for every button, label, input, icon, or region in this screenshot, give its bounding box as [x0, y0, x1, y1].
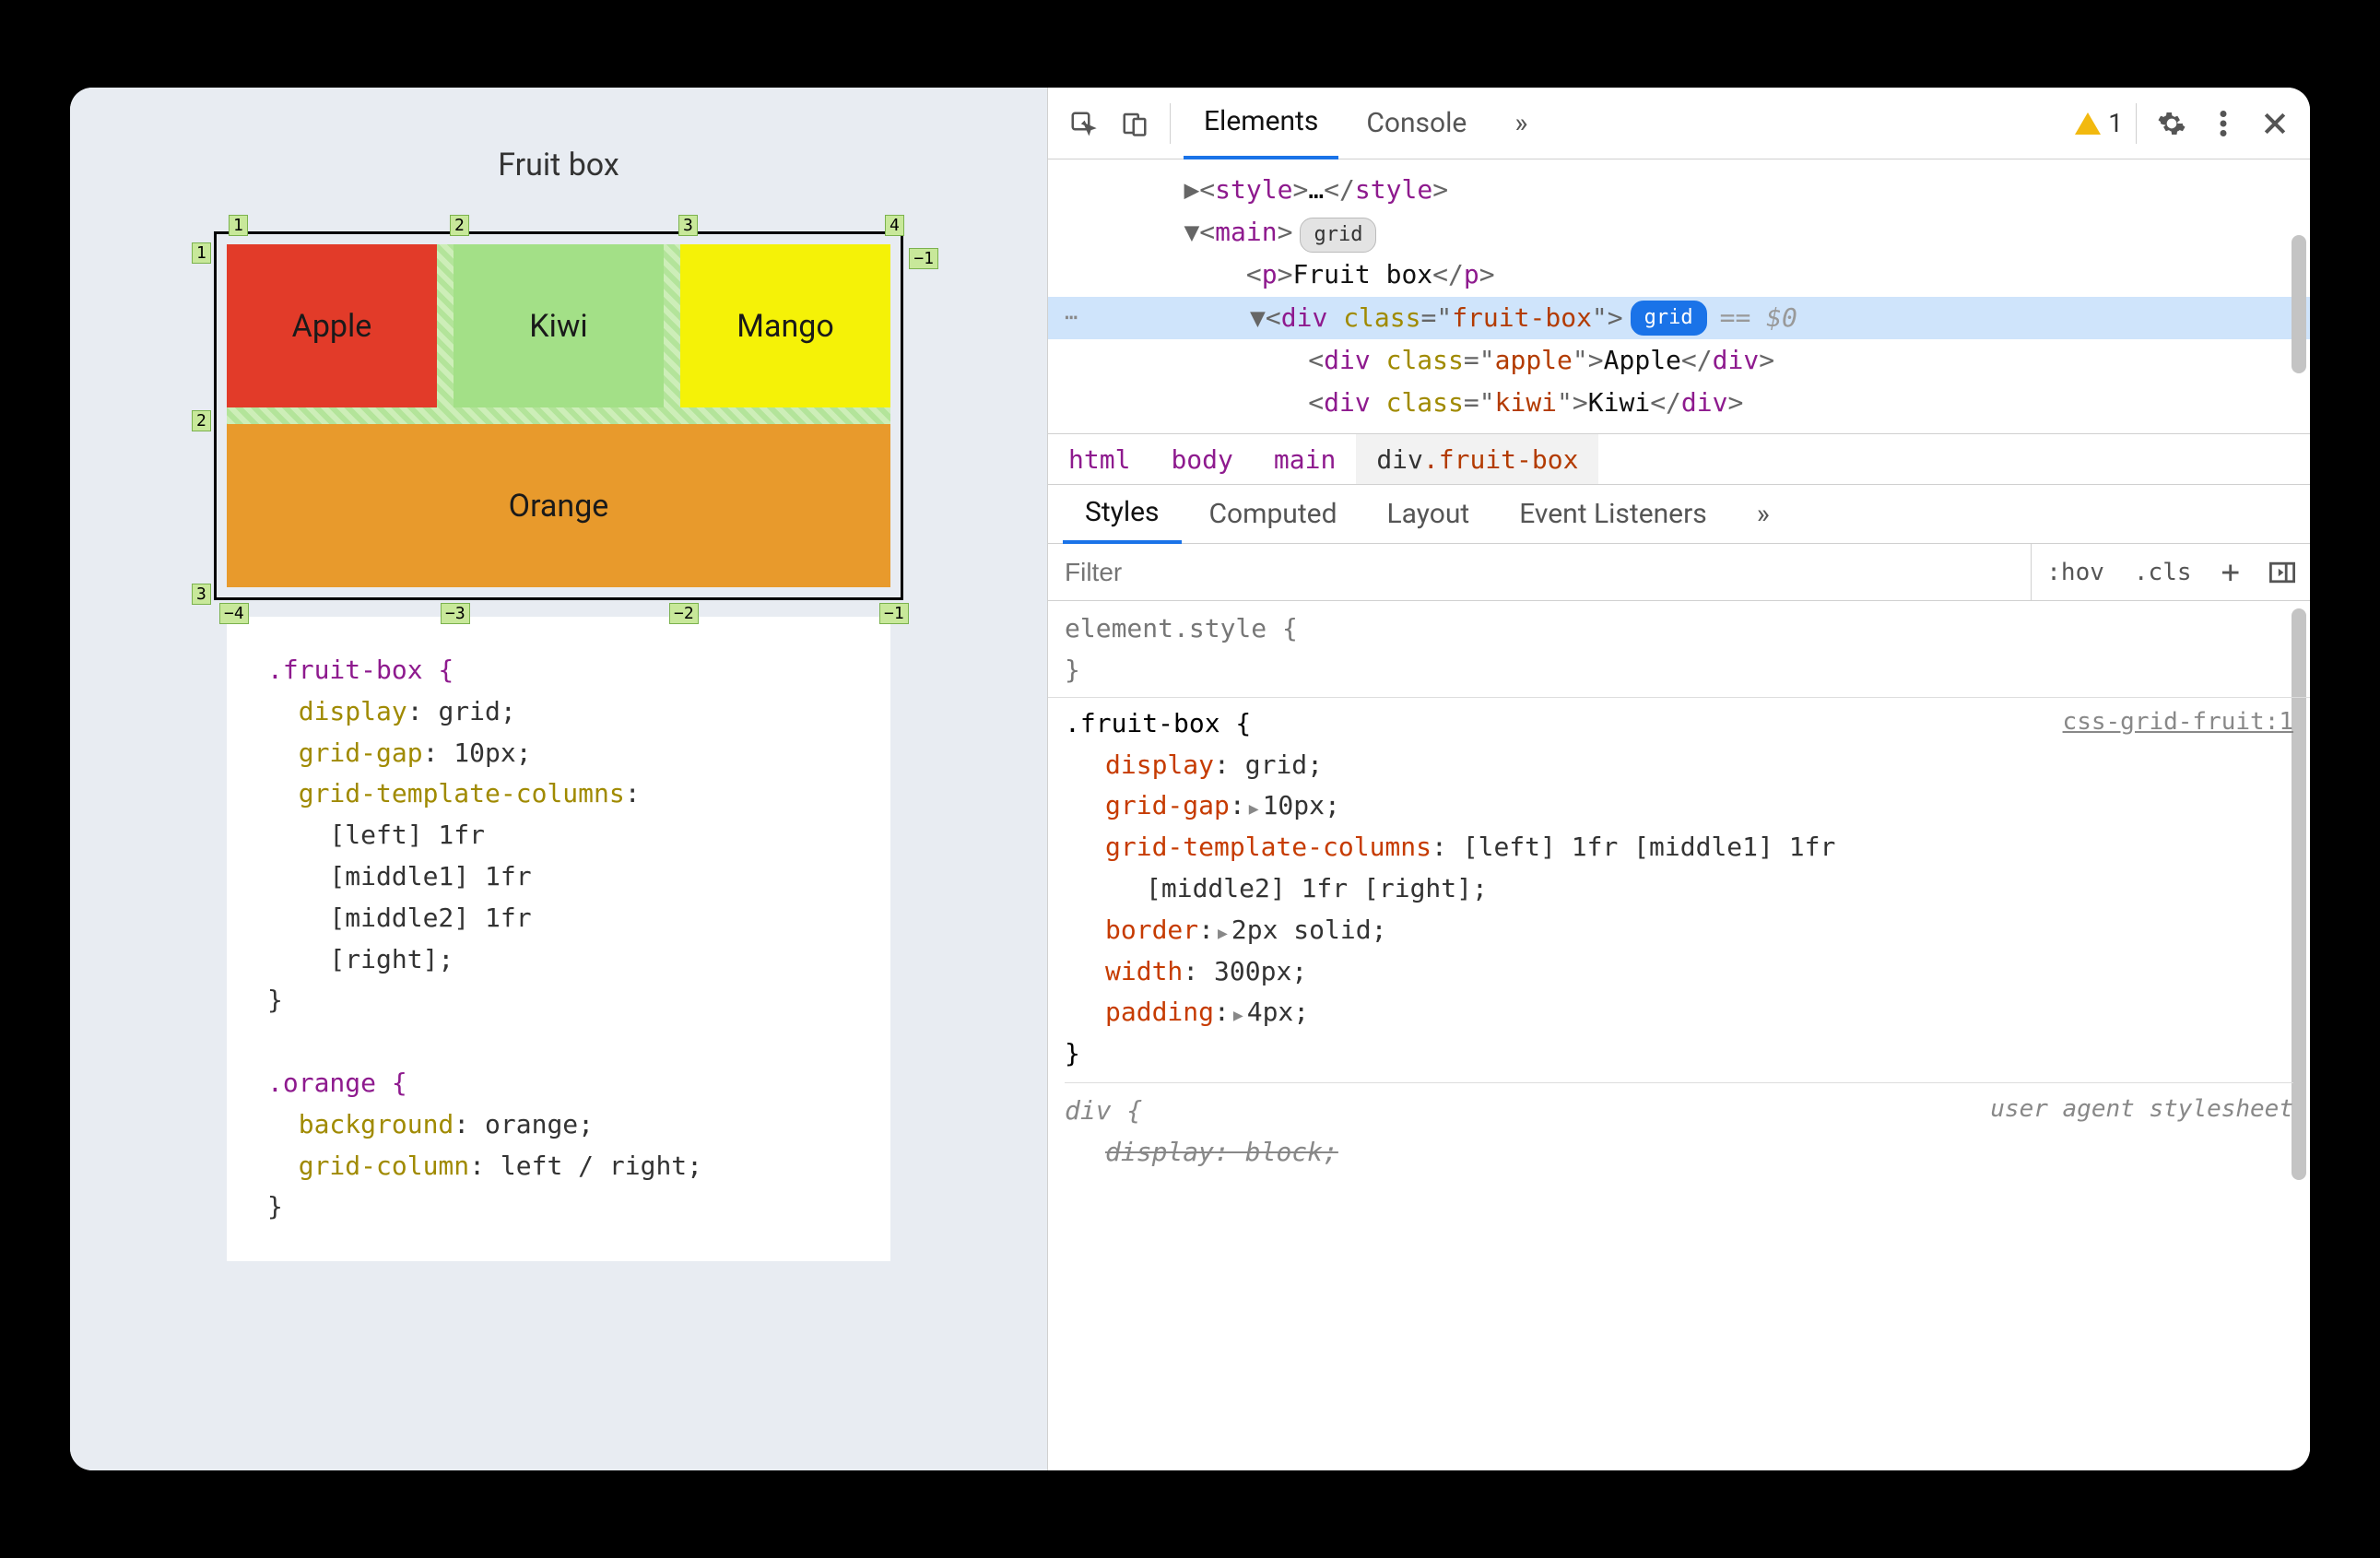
- tab-console[interactable]: Console: [1346, 88, 1487, 159]
- grid-line-badge: −3: [441, 603, 470, 624]
- expand-shorthand-icon[interactable]: ▶: [1249, 797, 1259, 823]
- dom-node-main[interactable]: ▼<main>grid: [1048, 211, 2310, 254]
- grid-line-badge: 1: [229, 215, 248, 236]
- subtab-computed[interactable]: Computed: [1187, 485, 1360, 544]
- grid-line-badge: 4: [885, 215, 904, 236]
- cls-toggle[interactable]: .cls: [2119, 544, 2207, 600]
- dom-node-apple[interactable]: <div class="apple">Apple</div>: [1048, 339, 2310, 382]
- grid-line-badge: −4: [219, 603, 249, 624]
- page-title: Fruit box: [498, 147, 619, 183]
- grid-line-badge: 1: [192, 242, 211, 264]
- gear-icon[interactable]: [2150, 101, 2194, 146]
- grid-cell-kiwi: Kiwi: [454, 244, 664, 407]
- hov-toggle[interactable]: :hov: [2032, 544, 2119, 600]
- page-preview-panel: Fruit box Apple Kiwi Mango Orange 1 2 3 …: [70, 88, 1047, 1470]
- inspect-element-icon[interactable]: [1061, 101, 1105, 146]
- subtab-layout[interactable]: Layout: [1365, 485, 1492, 544]
- kebab-menu-icon[interactable]: [2201, 101, 2245, 146]
- fruit-box-grid: Apple Kiwi Mango Orange: [227, 244, 890, 587]
- dom-node-kiwi[interactable]: <div class="kiwi">Kiwi</div>: [1048, 382, 2310, 424]
- grid-cell-apple: Apple: [227, 244, 437, 407]
- grid-cell-orange: Orange: [227, 424, 890, 587]
- css-source-snippet: .fruit-box { display: grid; grid-gap: 10…: [227, 617, 890, 1261]
- dom-node-style[interactable]: ▶<style>…</style>: [1048, 169, 2310, 211]
- warnings-badge[interactable]: 1: [2075, 108, 2123, 138]
- dom-node-fruitbox-selected[interactable]: ⋯ ▼<div class="fruit-box">grid== $0: [1048, 297, 2310, 339]
- rule-source-link[interactable]: css-grid-fruit:1: [2063, 703, 2293, 742]
- grid-line-badge: 3: [192, 584, 211, 605]
- styles-subtabs: Styles Computed Layout Event Listeners »: [1048, 485, 2310, 544]
- crumb-fruitbox[interactable]: div.fruit-box: [1356, 434, 1598, 484]
- rule-user-agent: user agent stylesheet div { display: blo…: [1065, 1082, 2293, 1174]
- crumb-body[interactable]: body: [1150, 444, 1253, 475]
- styles-pane[interactable]: element.style { } css-grid-fruit:1 .frui…: [1048, 601, 2310, 1470]
- grid-line-badge: 2: [450, 215, 469, 236]
- grid-line-badge: −1: [909, 248, 938, 269]
- grid-line-badge: −1: [879, 603, 909, 624]
- tab-more[interactable]: »: [1494, 88, 1548, 159]
- grid-cell-mango: Mango: [680, 244, 890, 407]
- dom-tree[interactable]: ▶<style>…</style> ▼<main>grid <p>Fruit b…: [1048, 159, 2310, 433]
- tab-elements[interactable]: Elements: [1184, 88, 1338, 159]
- sidebar-toggle-icon[interactable]: [2255, 544, 2310, 600]
- close-icon[interactable]: [2253, 101, 2297, 146]
- grid-line-badge: 3: [678, 215, 698, 236]
- rule-element-style[interactable]: element.style { }: [1065, 608, 2293, 691]
- crumb-main[interactable]: main: [1254, 444, 1356, 475]
- styles-filter-input[interactable]: [1048, 544, 2032, 600]
- new-rule-button[interactable]: +: [2207, 544, 2255, 600]
- expand-shorthand-icon[interactable]: ▶: [1218, 921, 1228, 948]
- rule-source-ua: user agent stylesheet: [1990, 1091, 2293, 1129]
- device-toggle-icon[interactable]: [1113, 101, 1157, 146]
- devtools-panel: Elements Console » 1 ▶<style>…</style>: [1047, 88, 2310, 1470]
- grid-badge-active[interactable]: grid: [1631, 301, 1707, 336]
- styles-filter-bar: :hov .cls +: [1048, 544, 2310, 601]
- expand-shorthand-icon[interactable]: ▶: [1233, 1003, 1243, 1030]
- subtab-events[interactable]: Event Listeners: [1497, 485, 1729, 544]
- grid-line-badge: 2: [192, 410, 211, 431]
- devtools-toolbar: Elements Console » 1: [1048, 88, 2310, 159]
- crumb-html[interactable]: html: [1048, 444, 1150, 475]
- grid-line-badge: −2: [669, 603, 699, 624]
- grid-overlay: Apple Kiwi Mango Orange 1 2 3 4 −1 1 2 3…: [199, 217, 918, 615]
- subtab-more[interactable]: »: [1735, 485, 1792, 544]
- grid-badge[interactable]: grid: [1300, 218, 1376, 253]
- warning-icon: [2075, 112, 2101, 135]
- devtools-window: Fruit box Apple Kiwi Mango Orange 1 2 3 …: [70, 88, 2310, 1470]
- scrollbar-thumb[interactable]: [2292, 235, 2306, 373]
- rule-fruit-box[interactable]: css-grid-fruit:1 .fruit-box { display: g…: [1065, 703, 2293, 1075]
- breadcrumb: html body main div.fruit-box: [1048, 433, 2310, 485]
- dom-node-p[interactable]: <p>Fruit box</p>: [1048, 254, 2310, 296]
- subtab-styles[interactable]: Styles: [1063, 485, 1182, 544]
